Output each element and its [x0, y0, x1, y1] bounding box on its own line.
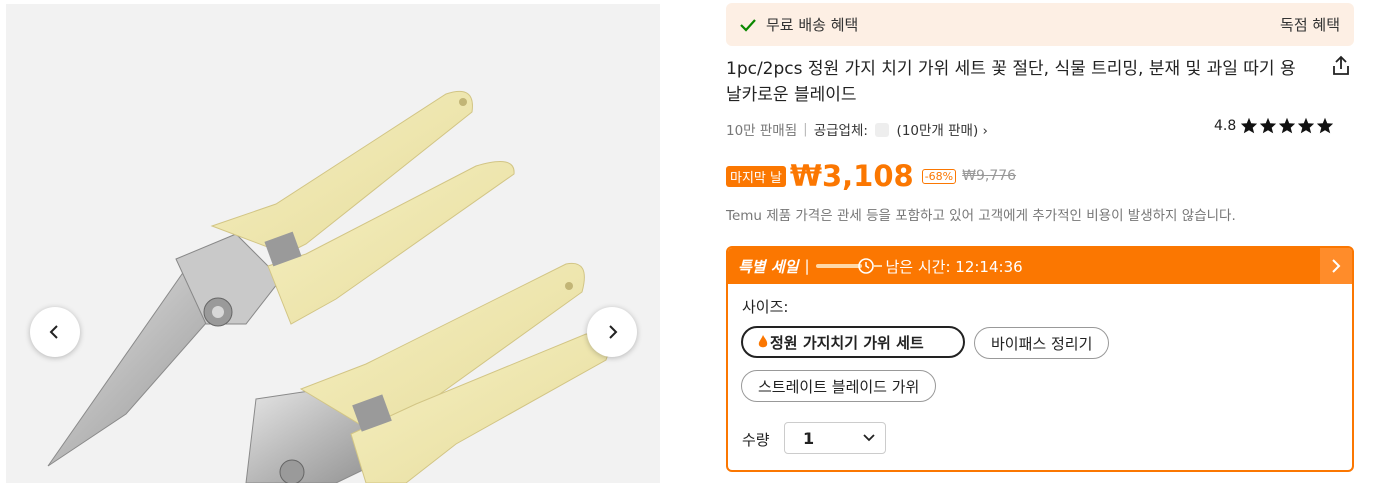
flame-icon	[758, 335, 768, 348]
chevron-left-icon	[49, 325, 58, 339]
size-option[interactable]: 정원 가지치기 가위 세트	[741, 326, 965, 358]
free-shipping-banner[interactable]: 무료 배송 혜택 독점 혜택	[726, 3, 1354, 46]
check-icon	[740, 18, 756, 32]
chevron-right-icon	[1332, 259, 1341, 273]
star-icon	[1241, 117, 1258, 134]
divider: |	[803, 121, 808, 137]
special-sale-box: 특별 세일 | 남은 시간: 12:14:36 사이즈: 정원 가지치기 가위 …	[726, 246, 1354, 472]
free-shipping-text: 무료 배송 혜택	[766, 16, 859, 34]
rating-stars	[1240, 117, 1334, 134]
star-icon	[1317, 117, 1334, 134]
remaining-time: 남은 시간: 12:14:36	[885, 257, 1023, 276]
sale-more-button[interactable]	[1320, 248, 1352, 284]
star-icon	[1260, 117, 1277, 134]
star-icon	[1279, 117, 1296, 134]
quantity-label: 수량	[742, 431, 770, 449]
size-option-label: 바이패스 정리기	[991, 334, 1093, 353]
supplier-label: 공급업체:	[813, 123, 868, 139]
discount-badge: -68%	[921, 168, 957, 184]
original-price: ₩9,776	[962, 168, 1017, 184]
size-label: 사이즈:	[742, 298, 789, 316]
quantity-select[interactable]: 1	[784, 422, 886, 454]
product-image-gallery[interactable]	[6, 4, 660, 483]
chevron-down-icon	[863, 434, 875, 442]
exclusive-benefit-link[interactable]: 독점 혜택	[1280, 14, 1340, 35]
supplier-sales: (10만개 판매)	[896, 123, 979, 139]
size-option-label: 스트레이트 블레이드 가위	[758, 377, 920, 396]
price-row: 마지막 날 ₩3,108 -68% ₩9,776	[726, 159, 1016, 193]
product-meta: 10만 판매됨 | 공급업체: (10만개 판매) ›	[726, 119, 988, 139]
product-rating[interactable]: 4.8	[1214, 117, 1334, 134]
gallery-prev-button[interactable]	[30, 307, 80, 357]
timer-icon	[815, 258, 882, 274]
rating-value: 4.8	[1214, 117, 1237, 134]
chevron-right-icon	[609, 325, 618, 339]
sale-header[interactable]: 특별 세일 | 남은 시간: 12:14:36	[728, 248, 1352, 284]
price-notice: Temu 제품 가격은 관세 등을 포함하고 있어 고객에게 추가적인 비용이 …	[726, 208, 1236, 224]
supplier-logo-icon	[875, 123, 890, 137]
share-icon	[1333, 55, 1349, 75]
supplier-link[interactable]: 공급업체: (10만개 판매) ›	[814, 119, 988, 139]
size-option-label: 정원 가지치기 가위 세트	[770, 333, 924, 352]
sale-tag: 특별 세일	[738, 257, 799, 276]
product-image	[6, 4, 660, 483]
current-price: ₩3,108	[789, 159, 914, 193]
size-option[interactable]: 바이패스 정리기	[974, 327, 1110, 359]
product-title: 1pc/2pcs 정원 가지 치기 가위 세트 꽃 절단, 식물 트리밍, 분재…	[726, 59, 1296, 105]
last-day-badge: 마지막 날	[726, 165, 786, 187]
divider: |	[804, 257, 810, 275]
share-button[interactable]	[1330, 55, 1352, 81]
chevron-right-icon: ›	[982, 123, 988, 139]
size-option[interactable]: 스트레이트 블레이드 가위	[741, 370, 937, 402]
star-icon	[1298, 117, 1315, 134]
sold-count: 10만 판매됨	[726, 123, 798, 139]
quantity-value: 1	[803, 428, 815, 448]
gallery-next-button[interactable]	[587, 307, 637, 357]
